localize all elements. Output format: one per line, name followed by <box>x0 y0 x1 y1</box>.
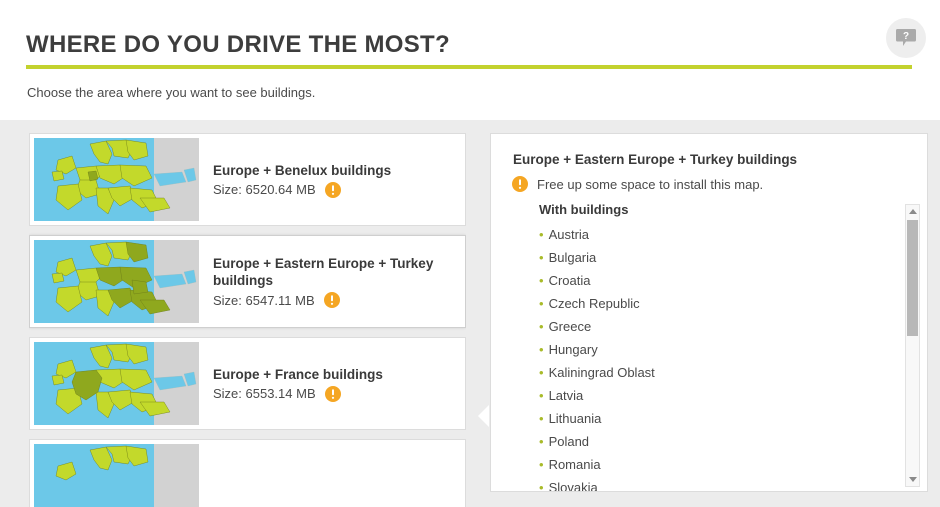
map-card-size: Size: 6547.11 MB <box>213 292 315 308</box>
map-card-france[interactable]: Europe + France buildings Size: 6553.14 … <box>29 337 466 430</box>
country-name: Poland <box>548 434 590 449</box>
detail-warning-text: Free up some space to install this map. <box>537 176 764 192</box>
map-thumbnail-partial <box>34 444 199 507</box>
europe-map-graphic <box>34 240 199 323</box>
map-card-text: Europe + Eastern Europe + Turkey buildin… <box>199 255 461 308</box>
bullet-icon: • <box>539 457 544 472</box>
map-card-size-row: Size: 6547.11 MB <box>213 292 461 308</box>
bullet-icon: • <box>539 480 544 492</box>
bullet-icon: • <box>539 250 544 265</box>
country-name: Austria <box>548 227 590 242</box>
map-card-eastern-europe-turkey[interactable]: Europe + Eastern Europe + Turkey buildin… <box>29 235 466 328</box>
list-item[interactable]: • Czech Republic <box>539 292 709 315</box>
page-header: WHERE DO YOU DRIVE THE MOST? Choose the … <box>0 0 940 120</box>
list-item[interactable]: • Kaliningrad Oblast <box>539 361 709 384</box>
list-item[interactable]: • Latvia <box>539 384 709 407</box>
bullet-icon: • <box>539 411 544 426</box>
map-card-partial[interactable] <box>29 439 466 507</box>
map-card-text: Europe + Benelux buildings Size: 6520.64… <box>199 162 461 198</box>
warning-icon <box>324 385 341 402</box>
list-item[interactable]: • Lithuania <box>539 407 709 430</box>
list-item[interactable]: • Greece <box>539 315 709 338</box>
country-list-scrollbar[interactable] <box>905 204 920 487</box>
warning-icon <box>512 176 528 192</box>
country-name: Romania <box>548 457 601 472</box>
map-card-title: Europe + Benelux buildings <box>213 162 392 178</box>
map-card-size: Size: 6553.14 MB <box>213 386 316 401</box>
list-item[interactable]: • Bulgaria <box>539 246 709 269</box>
europe-map-graphic <box>34 342 199 425</box>
list-item[interactable]: • Austria <box>539 223 709 246</box>
map-card-title: Europe + Eastern Europe + Turkey buildin… <box>213 256 434 288</box>
selection-pointer-arrow <box>478 405 489 427</box>
map-detail-panel: Europe + Eastern Europe + Turkey buildin… <box>490 133 928 492</box>
with-buildings-right-column: • Lithuania • Poland • Romania • Slovakia • S… <box>539 407 709 492</box>
with-buildings-grid: • Austria • Bulgaria • Croatia • Czech Repub… <box>539 223 879 492</box>
map-card-benelux[interactable]: Europe + Benelux buildings Size: 6520.64… <box>29 133 466 226</box>
country-name: Bulgaria <box>548 250 597 265</box>
help-speech-bubble-icon[interactable]: ? <box>886 18 926 58</box>
map-list[interactable]: Europe + Benelux buildings Size: 6520.64… <box>29 133 466 507</box>
page-subtitle: Choose the area where you want to see bu… <box>27 85 316 100</box>
bullet-icon: • <box>539 434 544 449</box>
map-card-title: Europe + France buildings <box>213 366 383 382</box>
country-name: Latvia <box>548 388 584 403</box>
bullet-icon: • <box>539 296 544 311</box>
country-name: Greece <box>548 319 592 334</box>
chevron-down-icon[interactable] <box>906 473 919 486</box>
content-area: Europe + Benelux buildings Size: 6520.64… <box>0 120 940 507</box>
list-item[interactable]: • Romania <box>539 453 709 476</box>
country-name: Croatia <box>548 273 591 288</box>
bullet-icon: • <box>539 388 544 403</box>
with-buildings-left-column: • Austria • Bulgaria • Croatia • Czech Repub… <box>539 223 709 407</box>
page-title: WHERE DO YOU DRIVE THE MOST? <box>26 31 450 58</box>
bullet-icon: • <box>539 365 544 380</box>
list-item[interactable]: • Slovakia <box>539 476 709 492</box>
with-buildings-heading: With buildings <box>539 202 629 217</box>
map-thumbnail-france <box>34 342 199 425</box>
help-speech-bubble-glyph: ? <box>895 29 917 46</box>
list-item[interactable]: • Croatia <box>539 269 709 292</box>
map-thumbnail-eastern-europe-turkey <box>34 240 199 323</box>
warning-icon <box>324 181 341 198</box>
country-name: Czech Republic <box>548 296 640 311</box>
map-card-size-row: Size: 6520.64 MB <box>213 181 461 198</box>
country-name: Kaliningrad Oblast <box>548 365 655 380</box>
map-card-size: Size: 6520.64 MB <box>213 182 316 197</box>
map-card-text: Europe + France buildings Size: 6553.14 … <box>199 366 461 402</box>
scrollbar-thumb[interactable] <box>907 220 918 336</box>
warning-icon <box>323 292 340 308</box>
bullet-icon: • <box>539 273 544 288</box>
map-thumbnail-benelux <box>34 138 199 221</box>
country-list-scroll-region[interactable]: With buildings • Austria • Bulgaria • Croat… <box>491 202 927 492</box>
country-name: Lithuania <box>548 411 602 426</box>
bullet-icon: • <box>539 342 544 357</box>
bullet-icon: • <box>539 319 544 334</box>
country-name: Slovakia <box>548 480 598 492</box>
europe-map-graphic <box>34 444 199 507</box>
detail-panel-title: Europe + Eastern Europe + Turkey buildin… <box>513 152 798 167</box>
map-card-size-row: Size: 6553.14 MB <box>213 385 461 402</box>
europe-map-graphic <box>34 138 199 221</box>
country-name: Hungary <box>548 342 598 357</box>
chevron-up-icon[interactable] <box>906 205 919 218</box>
list-item[interactable]: • Poland <box>539 430 709 453</box>
svg-text:?: ? <box>903 31 909 42</box>
title-underline <box>26 65 912 69</box>
list-item[interactable]: • Hungary <box>539 338 709 361</box>
detail-warning-row: Free up some space to install this map. <box>512 176 763 192</box>
bullet-icon: • <box>539 227 544 242</box>
